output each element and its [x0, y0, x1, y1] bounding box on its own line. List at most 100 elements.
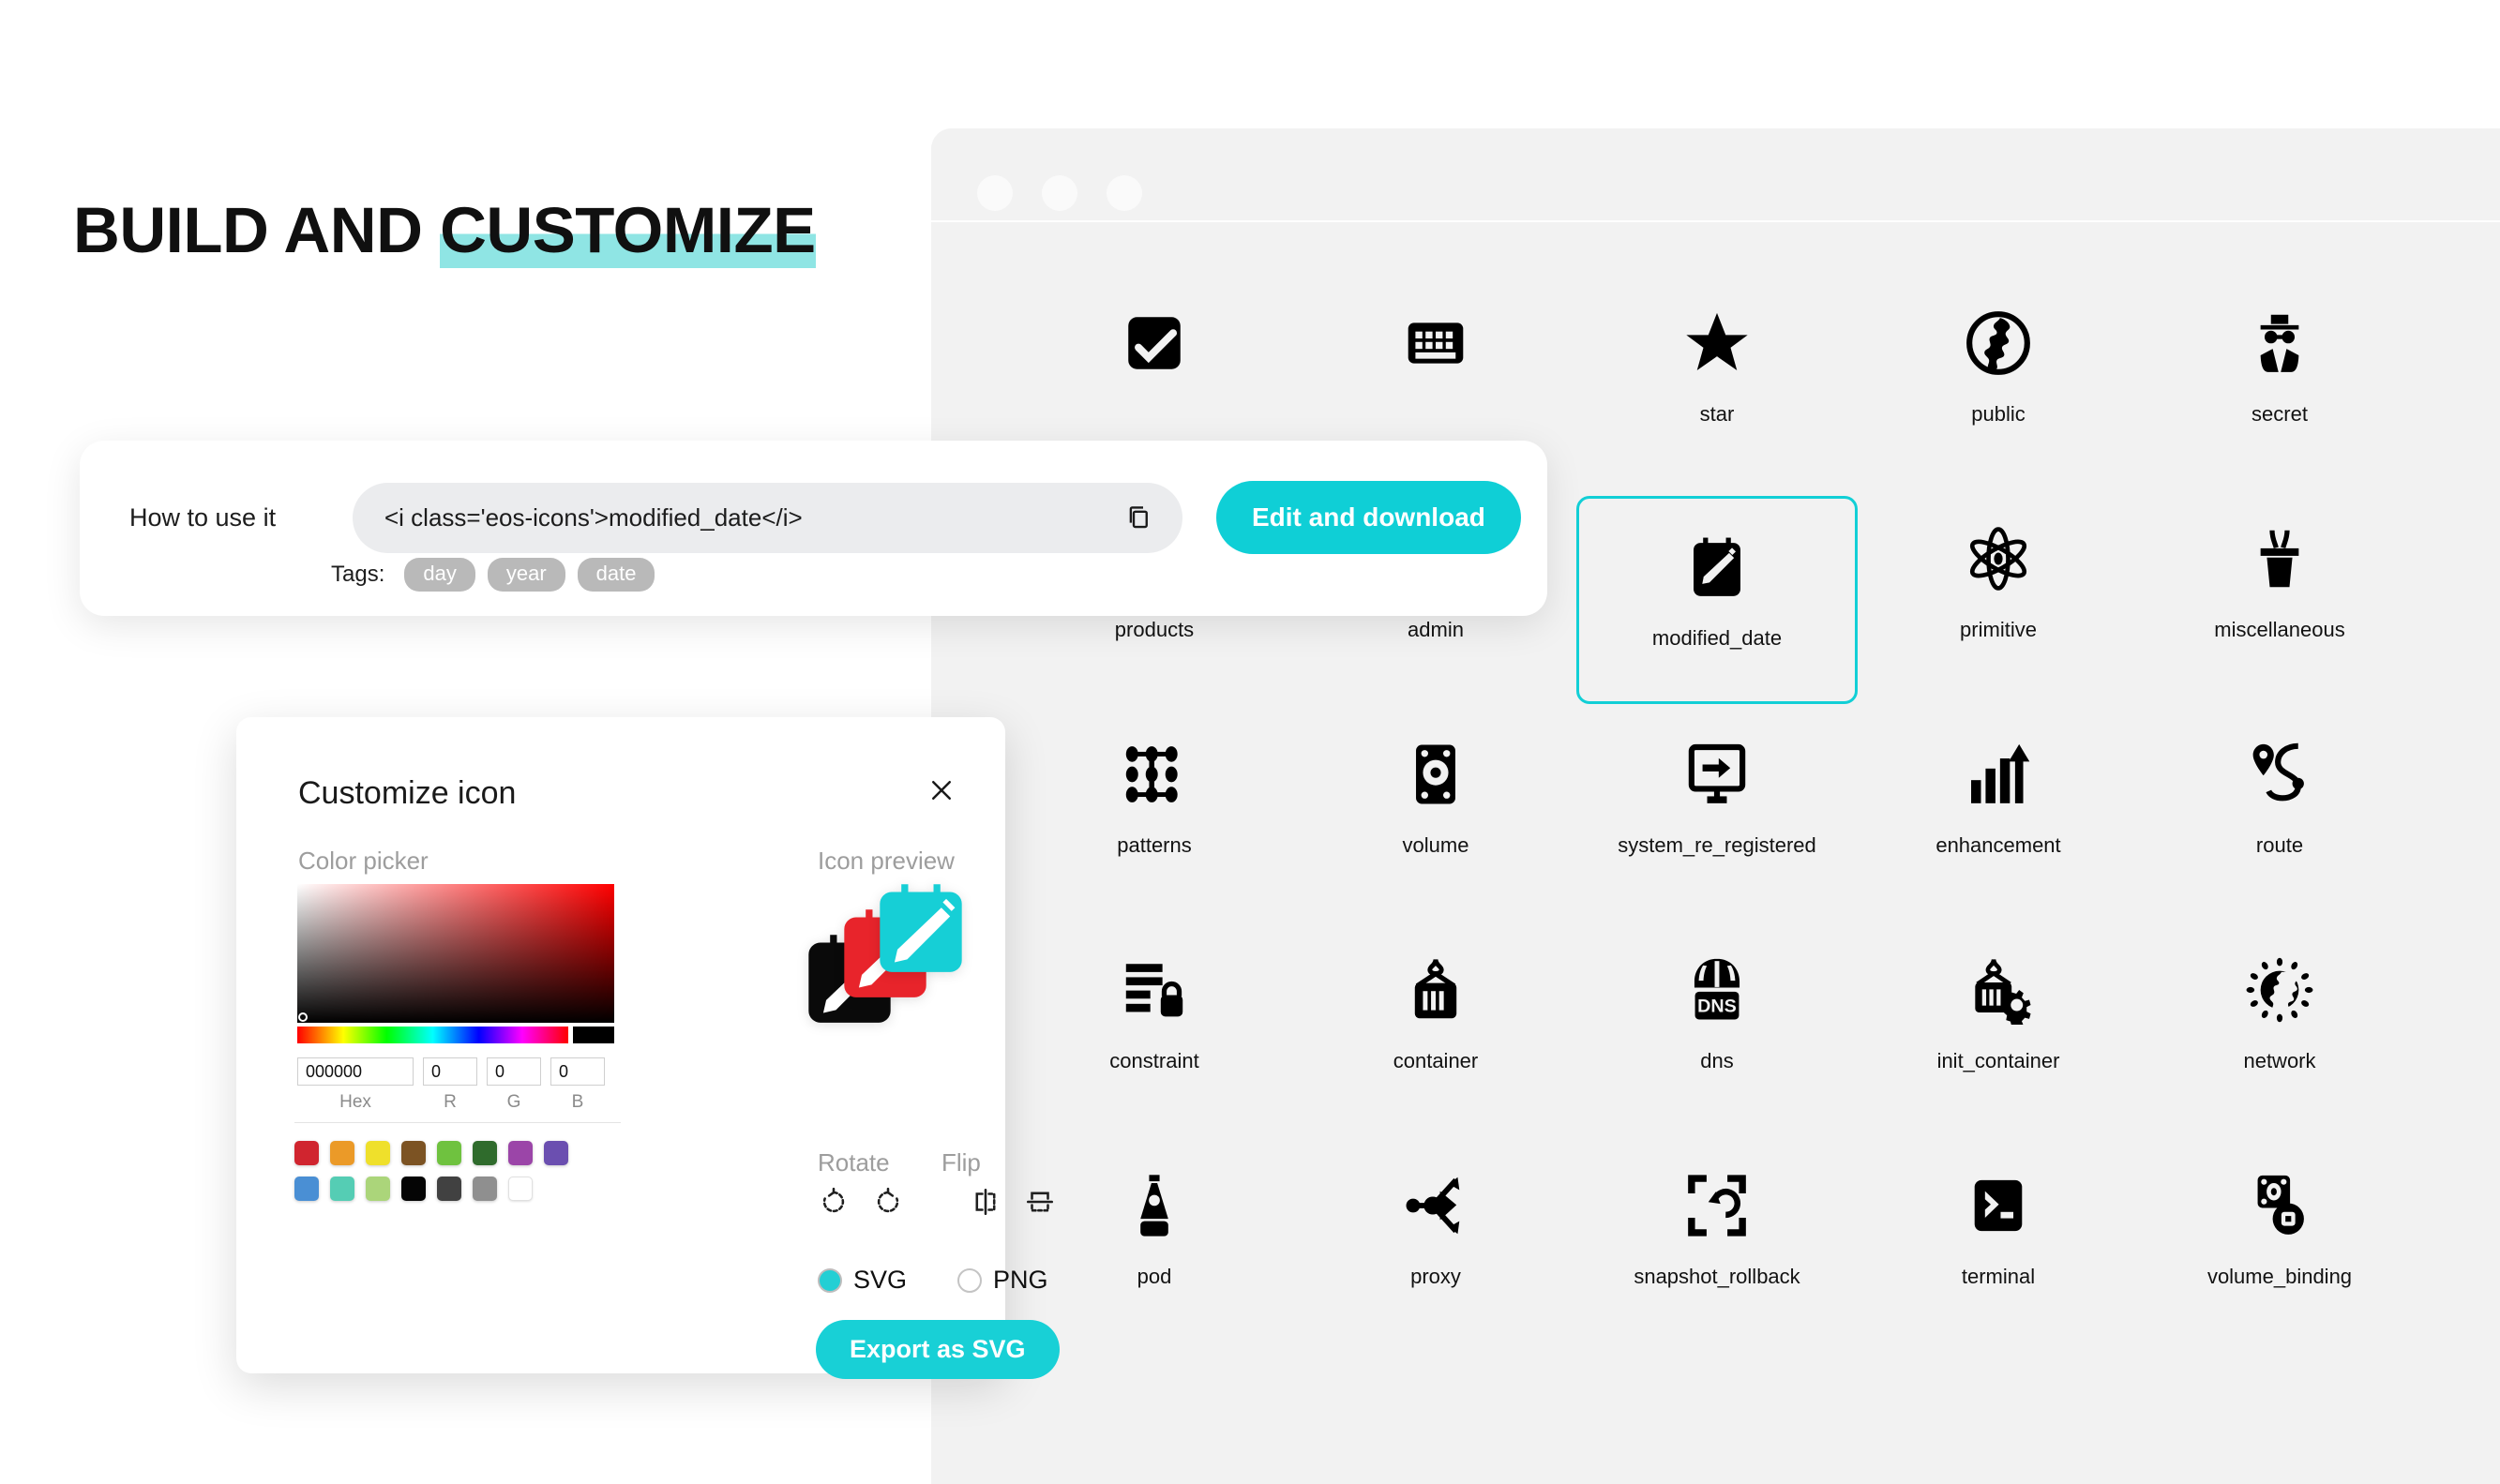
- icon-cell-snapshot_rollback[interactable]: snapshot_rollback: [1576, 1152, 1858, 1368]
- spy-icon: [2245, 308, 2314, 378]
- browser-content: star public secret products admin modified_da…: [931, 224, 2500, 1484]
- color-swatch[interactable]: [330, 1177, 354, 1201]
- format-option-svg[interactable]: SVG: [818, 1266, 907, 1295]
- snapshot-rollback-icon: [1682, 1171, 1752, 1240]
- color-swatch[interactable]: [437, 1141, 461, 1165]
- icon-cell-container[interactable]: container: [1295, 937, 1576, 1152]
- window-minimize-dot[interactable]: [1042, 175, 1077, 211]
- icon-label: public: [1971, 402, 2026, 426]
- hue-slider[interactable]: [297, 1027, 568, 1043]
- tags-label: Tags:: [331, 562, 385, 587]
- code-snippet-value: <i class='eos-icons'>modified_date</i>: [384, 502, 803, 532]
- saturation-value-area[interactable]: [297, 884, 614, 1023]
- svg-text:DNS: DNS: [1697, 996, 1737, 1016]
- icon-cell-patterns[interactable]: patterns: [1014, 721, 1295, 937]
- format-option-png[interactable]: PNG: [957, 1266, 1048, 1295]
- color-swatch[interactable]: [473, 1141, 497, 1165]
- container-hook-icon: [1401, 955, 1470, 1025]
- icon-cell-system_re_registered[interactable]: system_re_registered: [1576, 721, 1858, 937]
- icon-cell-secret[interactable]: secret: [2139, 290, 2420, 505]
- icon-label: proxy: [1410, 1265, 1461, 1288]
- icon-label: network: [2243, 1049, 2316, 1072]
- color-swatch[interactable]: [544, 1141, 568, 1165]
- color-swatch[interactable]: [366, 1141, 390, 1165]
- radio-dot-svg[interactable]: [818, 1267, 842, 1293]
- route-pin-icon: [2245, 740, 2314, 809]
- icon-cell-volume_binding[interactable]: volume_binding: [2139, 1152, 2420, 1368]
- star-icon: [1682, 308, 1752, 378]
- format-radio-group: SVG PNG: [818, 1266, 1048, 1295]
- icon-label: primitive: [1960, 618, 2037, 641]
- globe-icon: [1964, 308, 2033, 378]
- flip-horizontal-icon[interactable]: [970, 1186, 1002, 1218]
- window-close-dot[interactable]: [977, 175, 1013, 211]
- code-snippet-field[interactable]: <i class='eos-icons'>modified_date</i>: [353, 482, 1182, 553]
- divider: [294, 1122, 621, 1123]
- icon-label: patterns: [1117, 833, 1192, 857]
- green-field[interactable]: [487, 1057, 541, 1086]
- radio-dot-png[interactable]: [957, 1267, 983, 1293]
- flip-vertical-icon[interactable]: [1024, 1186, 1056, 1218]
- saturation-cursor[interactable]: [298, 1012, 308, 1022]
- color-swatch[interactable]: [508, 1141, 533, 1165]
- color-swatch[interactable]: [508, 1177, 533, 1201]
- icon-label: route: [2255, 833, 2304, 857]
- color-swatch[interactable]: [401, 1141, 426, 1165]
- page-title: BUILD AND CUSTOMIZE: [73, 193, 816, 269]
- blue-caption: B: [571, 1092, 584, 1112]
- tag-chip[interactable]: date: [577, 558, 655, 592]
- icon-cell-proxy[interactable]: proxy: [1295, 1152, 1576, 1368]
- icon-preview-stack: [801, 878, 979, 1028]
- page-root: BUILD AND CUSTOMIZE star public secret prod…: [0, 0, 2500, 1484]
- blue-field[interactable]: [550, 1057, 605, 1086]
- icon-cell-route[interactable]: route: [2139, 721, 2420, 937]
- red-field[interactable]: [423, 1057, 477, 1086]
- tag-chip[interactable]: year: [487, 558, 565, 592]
- icon-cell-miscellaneous[interactable]: miscellaneous: [2139, 505, 2420, 721]
- color-swatch[interactable]: [401, 1177, 426, 1201]
- rotate-right-icon[interactable]: [872, 1186, 904, 1218]
- export-button[interactable]: Export as SVG: [816, 1320, 1060, 1379]
- color-swatch[interactable]: [366, 1177, 390, 1201]
- color-swatch[interactable]: [294, 1141, 319, 1165]
- preset-swatches: [294, 1141, 632, 1212]
- icon-cell-enhancement[interactable]: enhancement: [1858, 721, 2139, 937]
- icon-cell-primitive[interactable]: primitive: [1858, 505, 2139, 721]
- icon-cell-constraint[interactable]: constraint: [1014, 937, 1295, 1152]
- color-swatch[interactable]: [437, 1177, 461, 1201]
- copy-icon[interactable]: [1122, 502, 1154, 533]
- rotate-left-icon[interactable]: [818, 1186, 850, 1218]
- icon-cell-dns[interactable]: DNS dns: [1576, 937, 1858, 1152]
- icon-cell-star[interactable]: star: [1576, 290, 1858, 505]
- color-picker-label: Color picker: [298, 847, 429, 875]
- volume-binding-icon: [2245, 1171, 2314, 1240]
- icon-cell-network[interactable]: network: [2139, 937, 2420, 1152]
- icon-cell-volume[interactable]: volume: [1295, 721, 1576, 937]
- window-maximize-dot[interactable]: [1107, 175, 1142, 211]
- close-icon[interactable]: [923, 772, 960, 809]
- keyboard-icon: [1401, 308, 1470, 378]
- icon-label: admin: [1408, 618, 1464, 641]
- icon-label: volume: [1402, 833, 1469, 857]
- hex-field[interactable]: [297, 1057, 414, 1086]
- edit-and-download-button[interactable]: Edit and download: [1216, 481, 1521, 554]
- terminal-icon: [1964, 1171, 2033, 1240]
- color-value-captions: Hex R G B: [297, 1092, 614, 1113]
- icon-label: terminal: [1961, 1265, 2036, 1288]
- icon-label: products: [1114, 618, 1195, 641]
- note-pencil-icon: [1682, 532, 1752, 602]
- icon-label: snapshot_rollback: [1634, 1265, 1800, 1288]
- saturation-gradient: [297, 884, 614, 1023]
- page-title-highlighted: CUSTOMIZE: [440, 194, 816, 269]
- icon-cell-public[interactable]: public: [1858, 290, 2139, 505]
- how-to-use-label: How to use it: [129, 502, 277, 532]
- icon-cell-init_container[interactable]: init_container: [1858, 937, 2139, 1152]
- format-option-svg-label: SVG: [853, 1266, 908, 1294]
- network-globe-icon: [2245, 955, 2314, 1025]
- color-swatch[interactable]: [294, 1177, 319, 1201]
- icon-cell-terminal[interactable]: terminal: [1858, 1152, 2139, 1368]
- color-swatch[interactable]: [330, 1141, 354, 1165]
- icon-cell-modified_date[interactable]: modified_date: [1576, 496, 1858, 704]
- tag-chip[interactable]: day: [404, 558, 475, 592]
- color-swatch[interactable]: [473, 1177, 497, 1201]
